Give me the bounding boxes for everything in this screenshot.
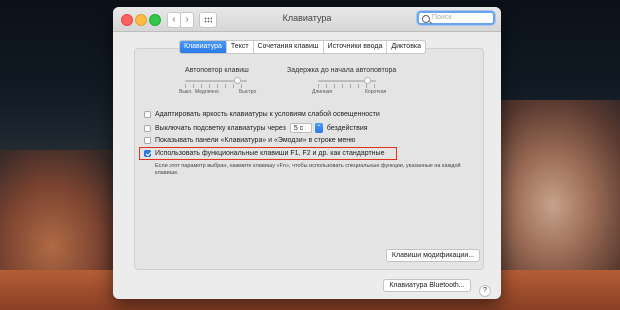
key-repeat-ticks (185, 84, 247, 88)
key-repeat-title: Автоповтор клавиш (185, 67, 249, 74)
show-panels-checkbox[interactable] (144, 137, 151, 144)
option-adjust-brightness[interactable]: Адаптировать яркость клавиатуры к услови… (144, 111, 380, 118)
help-button[interactable]: ? (479, 285, 491, 297)
show-panels-label: Показывать панели «Клавиатура» и «Эмодзи… (155, 137, 356, 144)
key-repeat-label-fast: Быстро (239, 89, 257, 95)
bluetooth-keyboard-button[interactable]: Клавиатура Bluetooth... (383, 279, 471, 292)
search-placeholder: Поиск (432, 14, 452, 21)
tab-keyboard[interactable]: Клавиатура (180, 41, 227, 53)
repeat-delay-slider-knob[interactable] (363, 77, 371, 84)
fn-keys-hint: Если этот параметр выбран, нажмите клави… (155, 163, 461, 176)
repeat-delay-title: Задержка до начала автоповтора (287, 67, 397, 74)
search-icon (422, 15, 430, 23)
key-repeat-label-slow: Медленно (195, 89, 219, 95)
adjust-brightness-label: Адаптировать яркость клавиатуры к услови… (155, 111, 380, 118)
tab-text[interactable]: Текст (227, 41, 254, 53)
tab-bar: Клавиатура Текст Сочетания клавиш Источн… (179, 40, 427, 54)
tab-dictation[interactable]: Диктовка (387, 41, 425, 53)
modifier-keys-button[interactable]: Клавиши модификации... (386, 249, 480, 262)
backlight-off-label: Выключать подсветку клавиатуры через (155, 124, 286, 132)
repeat-delay-label-long: Длинная (312, 89, 333, 95)
fn-keys-highlight-frame (139, 147, 397, 160)
tab-shortcuts[interactable]: Сочетания клавиш (254, 41, 324, 53)
repeat-delay-label-short: Короткая (365, 89, 387, 95)
search-field[interactable]: Поиск (417, 11, 495, 25)
backlight-timeout-value[interactable]: 5 с (289, 123, 312, 133)
backlight-timeout-stepper[interactable]: ⌃ (314, 123, 323, 133)
title-bar: ‹ › Клавиатура Поиск (113, 7, 501, 32)
tab-input-sources[interactable]: Источники ввода (324, 41, 388, 53)
option-backlight-off[interactable]: Выключать подсветку клавиатуры через 5 с… (144, 123, 368, 133)
adjust-brightness-checkbox[interactable] (144, 111, 151, 118)
backlight-off-label-after: бездействия (326, 124, 368, 132)
backlight-off-checkbox[interactable] (144, 124, 151, 132)
key-repeat-label-off: Выкл. (179, 89, 193, 95)
repeat-delay-ticks (318, 84, 376, 88)
preferences-window: ‹ › Клавиатура Поиск Клавиатура Текст Со… (113, 7, 501, 299)
option-show-panels[interactable]: Показывать панели «Клавиатура» и «Эмодзи… (144, 137, 355, 144)
